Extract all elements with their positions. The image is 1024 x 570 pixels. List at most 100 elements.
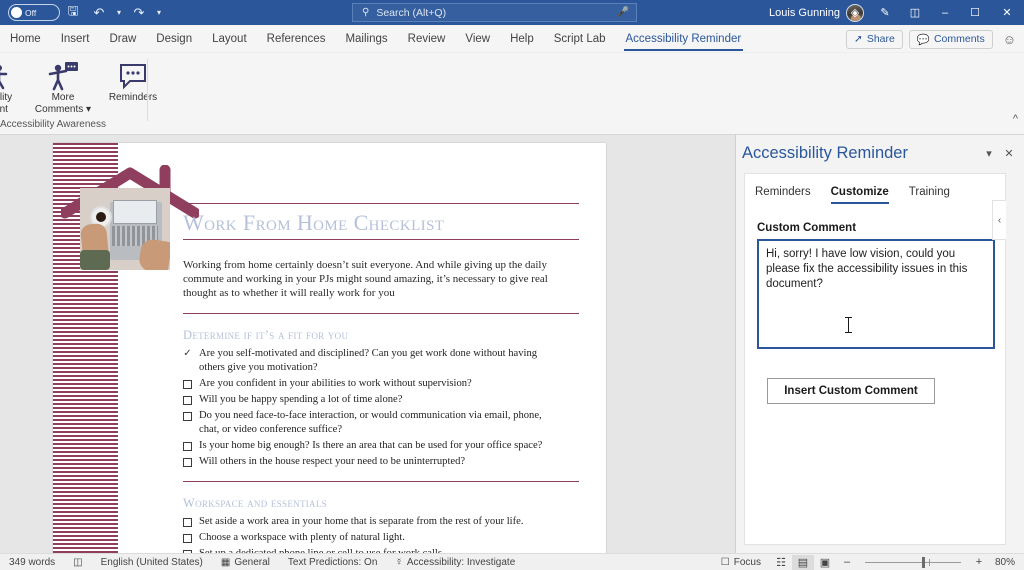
checkbox-icon[interactable] [183, 517, 192, 527]
tab-design[interactable]: Design [146, 25, 202, 53]
autosave-label: Off [25, 7, 37, 18]
style-label: General [234, 556, 270, 568]
accessibility-reminder-pane: Accessibility Reminder ▾ ✕ Reminders Cus… [735, 135, 1024, 553]
pane-header: Accessibility Reminder ▾ ✕ [736, 135, 1024, 171]
user-name: Louis Gunning [769, 6, 840, 19]
minimize-icon[interactable]: – [930, 0, 960, 25]
print-layout-icon[interactable]: ▤ [792, 554, 814, 570]
checkbox-icon[interactable] [183, 379, 192, 389]
pane-tab-training[interactable]: Training [909, 186, 950, 204]
pane-card: Reminders Customize Training ‹ Custom Co… [744, 173, 1006, 545]
tab-layout[interactable]: Layout [202, 25, 257, 53]
pane-tabs: Reminders Customize Training [745, 174, 1005, 204]
checkbox-icon[interactable] [183, 441, 192, 451]
pane-menu-chevron-down-icon[interactable]: ▾ [980, 147, 998, 160]
tab-home[interactable]: Home [0, 25, 51, 53]
tab-help[interactable]: Help [500, 25, 544, 53]
tab-view[interactable]: View [455, 25, 500, 53]
list-item[interactable]: Are you confident in your abilities to w… [183, 377, 561, 391]
checkbox-icon[interactable] [183, 457, 192, 467]
checkbox-icon[interactable] [183, 533, 192, 543]
pen-icon[interactable]: ✎ [870, 0, 900, 25]
zoom-slider[interactable] [865, 555, 961, 569]
accessibility-icon: ☿ [395, 556, 403, 568]
more-comments-button[interactable]: More Comments ▾ [32, 57, 94, 116]
zoom-out-minus-icon[interactable]: – [836, 555, 858, 570]
focus-icon: ☐ [720, 556, 730, 568]
chevron-up-icon[interactable]: ^ [1013, 113, 1018, 125]
diamond-icon[interactable]: ◈ [840, 0, 870, 25]
pane-collapse-chevron-left-icon[interactable]: ‹ [992, 200, 1006, 240]
document-body: Work From Home Checklist Working from ho… [183, 143, 593, 553]
save-icon[interactable]: 🖫 [60, 0, 86, 25]
read-mode-icon[interactable]: ☷ [770, 555, 792, 570]
zoom-level[interactable]: 80% [990, 557, 1024, 568]
ribbon-display-options-icon[interactable]: ◫ [900, 0, 930, 25]
document-page[interactable]: Work From Home Checklist Working from ho… [53, 143, 606, 553]
window-controls: ◈ ✎ ◫ – ☐ ✕ [840, 0, 1024, 25]
list-item[interactable]: Will you be happy spending a lot of time… [183, 393, 561, 407]
list-item-text: Are you confident in your abilities to w… [199, 377, 472, 389]
section-rule-1 [183, 312, 579, 314]
share-icon: ➚ [854, 33, 863, 45]
reminders-button[interactable]: Reminders [102, 57, 164, 104]
ribbon: ibility ent More Co [0, 53, 1024, 135]
accessibility-status[interactable]: ☿ Accessibility: Investigate [386, 557, 524, 568]
hands-on-laptop-photo [80, 188, 170, 270]
zoom-in-plus-icon[interactable]: + [968, 555, 990, 570]
ribbon-group-separator [147, 59, 148, 121]
tab-script-lab[interactable]: Script Lab [544, 25, 616, 53]
share-button[interactable]: ➚ Share [846, 29, 903, 49]
undo-icon[interactable]: ↶ [86, 0, 112, 25]
customize-quick-access-chevron-down-icon[interactable]: ▾ [152, 0, 166, 25]
list-item[interactable]: Is your home big enough? Is there an are… [183, 439, 561, 453]
pane-tab-customize[interactable]: Customize [830, 186, 889, 204]
redo-icon[interactable]: ↷ [126, 0, 152, 25]
close-icon[interactable]: ✕ [990, 0, 1024, 25]
tab-accessibility-reminder[interactable]: Accessibility Reminder [616, 25, 752, 53]
microphone-icon[interactable]: 🎤 [617, 7, 629, 18]
word-count[interactable]: 349 words [0, 557, 64, 568]
tab-references[interactable]: References [257, 25, 336, 53]
checkbox-icon[interactable] [183, 395, 192, 405]
focus-button[interactable]: ☐ Focus [712, 557, 770, 568]
tab-mailings[interactable]: Mailings [335, 25, 397, 53]
list-item[interactable]: ✓ Are you self-motivated and disciplined… [183, 347, 561, 375]
list-item[interactable]: Set aside a work area in your home that … [183, 515, 561, 529]
ribbon-group-label: Accessibility Awareness [0, 119, 106, 130]
ribbon-tab-strip: Home Insert Draw Design Layout Reference… [0, 25, 1024, 53]
autosave-toggle[interactable]: Off [8, 4, 60, 21]
search-input[interactable]: ⚲ Search (Alt+Q) 🎤 [352, 3, 637, 22]
style-status[interactable]: ▦ General [212, 557, 279, 568]
list-item[interactable]: Will others in the house respect your ne… [183, 455, 561, 469]
pane-tab-reminders[interactable]: Reminders [755, 186, 811, 204]
undo-dropdown-chevron-down-icon[interactable]: ▾ [112, 0, 126, 25]
web-layout-icon[interactable]: ▣ [814, 555, 836, 570]
list-item[interactable]: Choose a workspace with plenty of natura… [183, 531, 561, 545]
tab-insert[interactable]: Insert [51, 25, 100, 53]
chevron-down-icon: ▾ [86, 104, 92, 115]
checklist-section-2: Set aside a work area in your home that … [183, 515, 593, 553]
insert-custom-comment-button[interactable]: Insert Custom Comment [767, 378, 935, 404]
restore-icon[interactable]: ☐ [960, 0, 990, 25]
list-item[interactable]: Do you need face-to-face interaction, or… [183, 409, 561, 437]
text-predictions-status[interactable]: Text Predictions: On [279, 557, 386, 568]
search-icon: ⚲ [362, 7, 370, 18]
checkmark-icon[interactable]: ✓ [183, 348, 192, 358]
checkbox-icon[interactable] [183, 411, 192, 421]
word-window: Off 🖫 ↶ ▾ ↷ ▾ Document3 - Word ⚲ Search … [0, 0, 1024, 570]
proofing-icon[interactable]: ◫ [64, 557, 91, 568]
document-canvas[interactable]: Work From Home Checklist Working from ho… [0, 135, 735, 553]
pane-close-icon[interactable]: ✕ [1000, 147, 1018, 160]
comments-button[interactable]: 💬 Comments [908, 29, 993, 49]
tab-draw[interactable]: Draw [99, 25, 146, 53]
custom-comment-textarea[interactable] [757, 239, 995, 349]
list-item-text: Are you self-motivated and disciplined? … [199, 347, 538, 373]
accessibility-comment-button[interactable]: ibility ent [0, 57, 24, 116]
language-status[interactable]: English (United States) [92, 557, 212, 568]
reminders-icon [118, 60, 148, 92]
list-item-text: Set aside a work area in your home that … [199, 515, 524, 527]
smiley-icon[interactable]: ☺ [999, 32, 1020, 47]
style-icon: ▦ [220, 556, 231, 568]
tab-review[interactable]: Review [398, 25, 456, 53]
